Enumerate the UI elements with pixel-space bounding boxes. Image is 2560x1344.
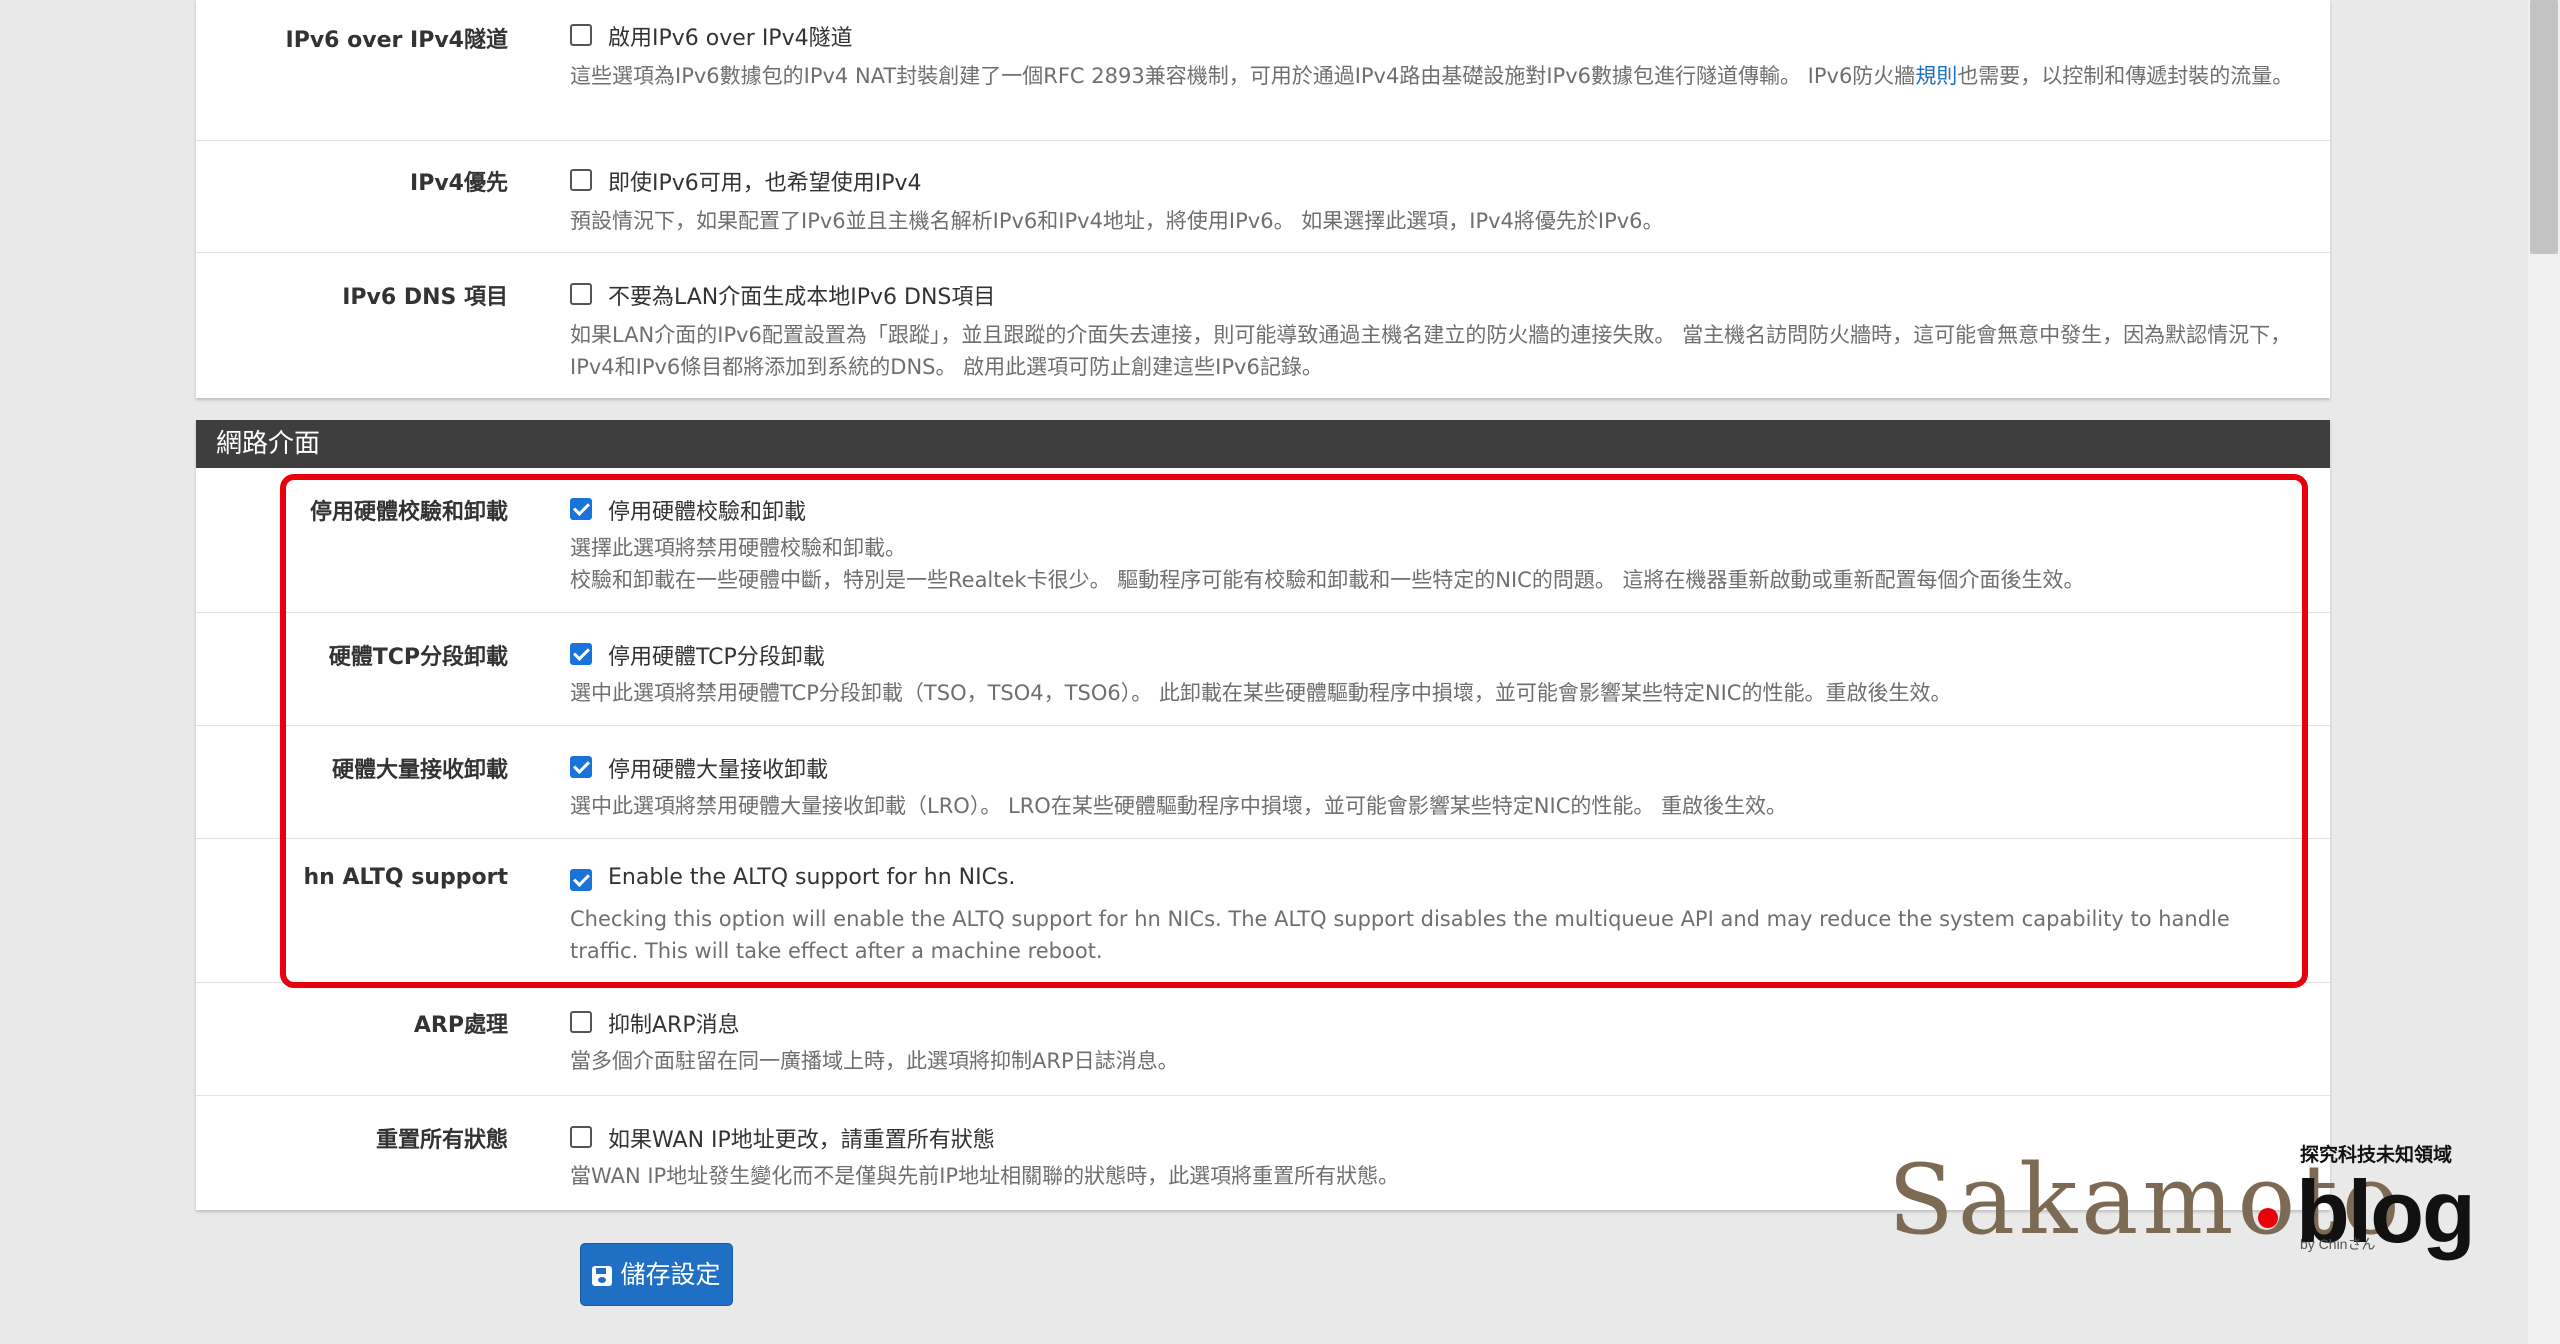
checkbox-label: 即使IPv6可用，也希望使用IPv4	[608, 171, 922, 196]
section-heading: 網路介面	[196, 420, 2330, 468]
checkbox-label: 抑制ARP消息	[608, 1013, 740, 1038]
setting-label: 硬體大量接收卸載	[331, 758, 508, 783]
help-text: 選中此選項將禁用硬體大量接收卸載（LRO）。 LRO在某些硬體驅動程序中損壞，並…	[570, 794, 1788, 818]
help-text: 這些選項為IPv6數據包的IPv4 NAT封裝創建了一個RFC 2893兼容機制…	[570, 60, 2320, 92]
help-text: 如果LAN介面的IPv6配置設置為「跟蹤」，並且跟蹤的介面失去連接，則可能導致通…	[570, 323, 2292, 379]
reset-states-checkbox[interactable]	[570, 1126, 592, 1148]
help-line: 校驗和卸載在一些硬體中斷，特別是一些Realtek卡很少。 驅動程序可能有校驗和…	[570, 568, 2085, 592]
watermark-byline: by Chinさん	[2300, 1236, 2376, 1252]
help-text: Checking this option will enable the ALT…	[570, 907, 2230, 963]
setting-label: ARP處理	[413, 1013, 508, 1038]
tcp-segmentation-checkbox[interactable]	[570, 643, 592, 665]
ipv6-dns-checkbox[interactable]	[570, 283, 592, 305]
network-interfaces-panel: 網路介面 停用硬體校驗和卸載 停用硬體校驗和卸載 選擇此選項將禁用硬體校驗和卸載…	[196, 420, 2330, 1210]
setting-row-checksum-offload: 停用硬體校驗和卸載 停用硬體校驗和卸載 選擇此選項將禁用硬體校驗和卸載。 校驗和…	[196, 468, 2330, 612]
checkbox-label: 不要為LAN介面生成本地IPv6 DNS項目	[608, 285, 996, 310]
save-button-label: 儲存設定	[620, 1260, 721, 1289]
ipv4-priority-checkbox[interactable]	[570, 169, 592, 191]
setting-row-ipv6-over-ipv4: IPv6 over IPv4隧道 啟用IPv6 over IPv4隧道 這些選項…	[196, 0, 2330, 140]
watermark-dot	[2258, 1208, 2278, 1228]
help-text: 預設情況下，如果配置了IPv6並且主機名解析IPv6和IPv4地址，將使用IPv…	[570, 209, 1664, 233]
floppy-disk-icon	[592, 1266, 613, 1286]
help-line: 選擇此選項將禁用硬體校驗和卸載。	[570, 536, 906, 560]
setting-label: IPv6 DNS 項目	[342, 285, 508, 310]
checkbox-label: 停用硬體大量接收卸載	[608, 758, 829, 783]
checkbox-label: 如果WAN IP地址更改，請重置所有狀態	[608, 1128, 995, 1153]
setting-label: IPv6 over IPv4隧道	[285, 28, 508, 53]
checkbox-label: 停用硬體TCP分段卸載	[608, 645, 825, 670]
setting-label: IPv4優先	[410, 171, 508, 196]
setting-row-large-receive: 硬體大量接收卸載 停用硬體大量接收卸載 選中此選項將禁用硬體大量接收卸載（LRO…	[196, 725, 2330, 839]
setting-label: 停用硬體校驗和卸載	[309, 500, 508, 525]
setting-row-hn-altq: hn ALTQ support Enable the ALTQ support …	[196, 838, 2330, 983]
checkbox-label: Enable the ALTQ support for hn NICs.	[608, 865, 1016, 890]
help-text: 當多個介面駐留在同一廣播域上時，此選項將抑制ARP日誌消息。	[570, 1049, 1179, 1073]
setting-label: hn ALTQ support	[303, 865, 509, 890]
checksum-offload-checkbox[interactable]	[570, 498, 592, 520]
setting-row-tcp-segmentation: 硬體TCP分段卸載 停用硬體TCP分段卸載 選中此選項將禁用硬體TCP分段卸載（…	[196, 612, 2330, 726]
watermark-logo: Sakamoto 探究科技未知領域 blog by Chinさん	[1888, 1140, 2476, 1261]
ipv6-settings-panel: IPv6 over IPv4隧道 啟用IPv6 over IPv4隧道 這些選項…	[196, 0, 2330, 398]
help-text-part: 這些選項為IPv6數據包的IPv4 NAT封裝創建了一個RFC 2893兼容機制…	[570, 64, 1916, 88]
checkbox-label: 啟用IPv6 over IPv4隧道	[608, 26, 853, 51]
firewall-rules-link[interactable]: 規則	[1915, 64, 1957, 88]
help-text: 選擇此選項將禁用硬體校驗和卸載。 校驗和卸載在一些硬體中斷，特別是一些Realt…	[570, 532, 2320, 596]
help-text-part: 也需要，以控制和傳遞封裝的流量。	[1957, 64, 2294, 88]
checkbox-label: 停用硬體校驗和卸載	[608, 500, 807, 525]
setting-label: 硬體TCP分段卸載	[328, 645, 508, 670]
arp-suppress-checkbox[interactable]	[570, 1011, 592, 1033]
ipv6-over-ipv4-checkbox[interactable]	[570, 24, 592, 46]
setting-row-ipv6-dns: IPv6 DNS 項目 不要為LAN介面生成本地IPv6 DNS項目 如果LAN…	[196, 252, 2330, 399]
help-text: 選中此選項將禁用硬體TCP分段卸載（TSO，TSO4，TSO6）。 此卸載在某些…	[570, 681, 1952, 705]
save-button[interactable]: 儲存設定	[580, 1243, 733, 1306]
setting-row-arp: ARP處理 抑制ARP消息 當多個介面駐留在同一廣播域上時，此選項將抑制ARP日…	[196, 982, 2330, 1096]
hn-altq-checkbox[interactable]	[570, 869, 592, 891]
setting-row-ipv4-priority: IPv4優先 即使IPv6可用，也希望使用IPv4 預設情況下，如果配置了IPv…	[196, 140, 2330, 253]
large-receive-checkbox[interactable]	[570, 756, 592, 778]
scrollbar-thumb[interactable]	[2530, 0, 2558, 254]
setting-label: 重置所有狀態	[375, 1128, 508, 1153]
